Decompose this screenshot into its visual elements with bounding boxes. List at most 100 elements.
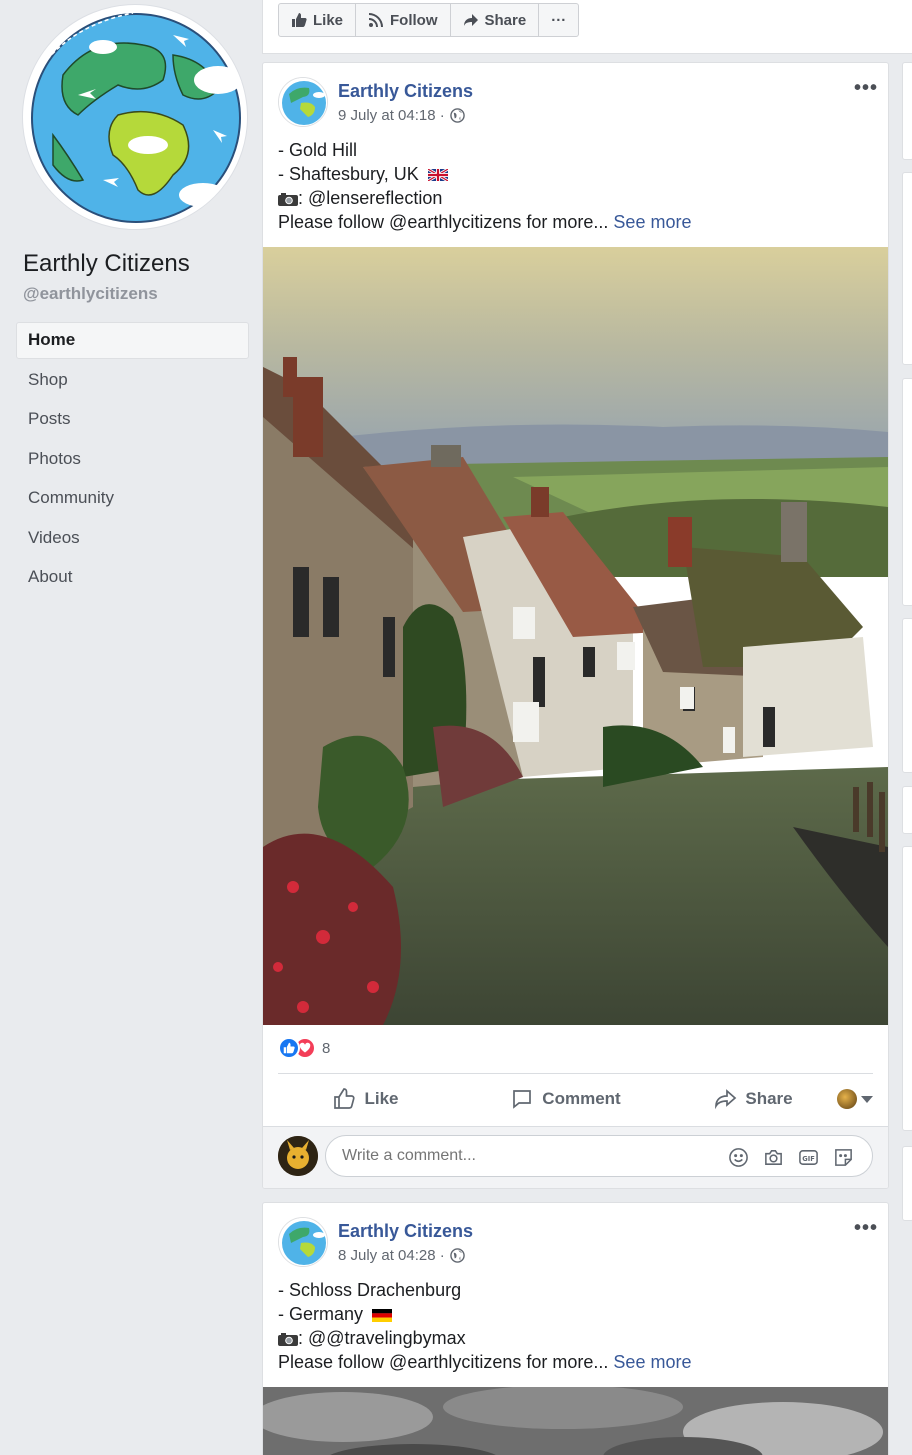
caret-down-icon (861, 1095, 873, 1103)
globe-avatar-icon (279, 1218, 327, 1266)
post-timestamp[interactable]: 8 July at 04:28 · (338, 1247, 445, 1264)
like-button[interactable]: Like (278, 1087, 453, 1111)
post-photo[interactable] (263, 247, 888, 1025)
post-author-name[interactable]: Earthly Citizens (338, 1221, 473, 1242)
share-arrow-icon (463, 14, 478, 26)
page-follow-button[interactable]: Follow (356, 4, 451, 36)
comment-composer: GIF (263, 1126, 888, 1188)
post-meta: 9 July at 04:18 · (338, 107, 465, 124)
camera-icon[interactable] (763, 1147, 784, 1168)
right-column-card (902, 378, 912, 606)
post-meta: 8 July at 04:28 · (338, 1247, 465, 1264)
camera-icon (278, 1333, 298, 1347)
globe-icon (449, 108, 465, 123)
see-more-link[interactable]: See more (613, 1352, 691, 1372)
page-like-button[interactable]: Like (279, 4, 357, 36)
cloudy-sky-photo (263, 1387, 888, 1455)
share-label: Share (745, 1089, 793, 1108)
user-mini-avatar (837, 1089, 857, 1109)
right-column-card (902, 172, 912, 365)
right-column-card (902, 786, 912, 834)
thumbs-up-icon (292, 13, 307, 27)
reaction-summary[interactable]: 8 (278, 1037, 330, 1059)
thumbs-up-outline-icon (334, 1088, 356, 1109)
follow-text: Please follow @earthlycitizens for more.… (278, 1352, 609, 1372)
post-photo[interactable] (263, 1387, 888, 1455)
photo-credit: : @lensereflection (298, 188, 443, 208)
post-author-avatar[interactable] (278, 1217, 328, 1267)
village-street-photo (263, 247, 888, 1025)
post-credit-line: : @@travelingbymax (278, 1326, 691, 1350)
react-as-selector[interactable] (828, 1089, 873, 1109)
uk-flag-icon (427, 169, 448, 182)
comment-bubble-icon (513, 1090, 532, 1109)
right-column-card (902, 846, 912, 1131)
post-line: - Schloss Drachenburg (278, 1280, 462, 1300)
emoji-icon[interactable] (728, 1147, 749, 1168)
see-more-link[interactable]: See more (613, 212, 691, 232)
post-author-name[interactable]: Earthly Citizens (338, 81, 473, 102)
nav-item-home[interactable]: Home (16, 322, 249, 359)
post-options-button[interactable]: ••• (854, 1217, 878, 1240)
post-follow-line: Please follow @earthlycitizens for more.… (278, 210, 691, 234)
more-dots-icon: ··· (551, 11, 567, 29)
page-follow-label: Follow (390, 11, 438, 29)
nav-item-posts[interactable]: Posts (16, 401, 249, 441)
commenter-avatar[interactable] (278, 1136, 318, 1176)
photo-credit: : @@travelingbymax (298, 1328, 466, 1348)
page-nav: Home Shop Posts Photos Community Videos … (16, 322, 249, 599)
left-sidebar: Earthly Citizens @earthlycitizens Home S… (0, 0, 262, 1455)
nav-item-videos[interactable]: Videos (16, 520, 249, 560)
nav-item-community[interactable]: Community (16, 480, 249, 520)
rss-follow-icon (369, 13, 384, 27)
post-card: Earthly Citizens 9 July at 04:18 · ••• -… (262, 62, 889, 1189)
right-column-card (902, 1146, 912, 1221)
post-line: - Shaftesbury, UK (278, 164, 419, 184)
page-handle[interactable]: @earthlycitizens (23, 284, 158, 304)
comment-tools: GIF (728, 1147, 854, 1168)
page-share-label: Share (484, 11, 527, 29)
post-author-avatar[interactable] (278, 77, 328, 127)
share-button[interactable]: Share (678, 1087, 828, 1111)
page-share-button[interactable]: Share (451, 4, 540, 36)
share-outline-icon (715, 1089, 737, 1110)
comment-button[interactable]: Comment (453, 1087, 678, 1111)
post-card: Earthly Citizens 8 July at 04:28 · ••• -… (262, 1202, 889, 1455)
sticker-icon[interactable] (833, 1147, 854, 1168)
follow-text: Please follow @earthlycitizens for more.… (278, 212, 609, 232)
nav-item-photos[interactable]: Photos (16, 441, 249, 481)
post-text: - Gold Hill - Shaftesbury, UK : @lensere… (278, 138, 691, 234)
svg-text:GIF: GIF (802, 1155, 815, 1163)
post-actions: Like Comment Share (278, 1075, 873, 1123)
post-credit-line: : @lensereflection (278, 186, 691, 210)
page-name[interactable]: Earthly Citizens (23, 250, 190, 278)
camera-icon (278, 193, 298, 207)
globe-icon (449, 1248, 465, 1263)
right-column-card (902, 62, 912, 160)
post-line-flag: - Shaftesbury, UK (278, 162, 691, 186)
globe-logo-icon (31, 12, 242, 223)
post-line: - Germany (278, 1304, 364, 1324)
nav-item-shop[interactable]: Shop (16, 362, 249, 402)
right-column-card (902, 618, 912, 773)
post-follow-line: Please follow @earthlycitizens for more.… (278, 1350, 691, 1374)
like-reaction-icon (278, 1037, 300, 1059)
post-timestamp[interactable]: 9 July at 04:18 · (338, 107, 445, 124)
comment-label: Comment (542, 1089, 621, 1108)
nav-item-about[interactable]: About (16, 559, 249, 599)
page-more-button[interactable]: ··· (539, 4, 578, 36)
user-avatar-icon (278, 1136, 318, 1176)
page-action-bar: Like Follow Share ··· (278, 3, 580, 37)
post-options-button[interactable]: ••• (854, 77, 878, 100)
post-text: - Schloss Drachenburg - Germany : @@trav… (278, 1278, 691, 1374)
action-divider (278, 1073, 873, 1074)
page-like-label: Like (313, 11, 344, 29)
post-line-flag: - Germany (278, 1302, 691, 1326)
gif-icon[interactable]: GIF (798, 1147, 819, 1168)
profile-picture[interactable] (22, 4, 248, 230)
germany-flag-icon (372, 1308, 393, 1322)
globe-avatar-icon (279, 78, 327, 126)
post-line: - Gold Hill (278, 140, 358, 160)
reaction-count: 8 (322, 1039, 331, 1057)
like-label: Like (364, 1089, 399, 1108)
